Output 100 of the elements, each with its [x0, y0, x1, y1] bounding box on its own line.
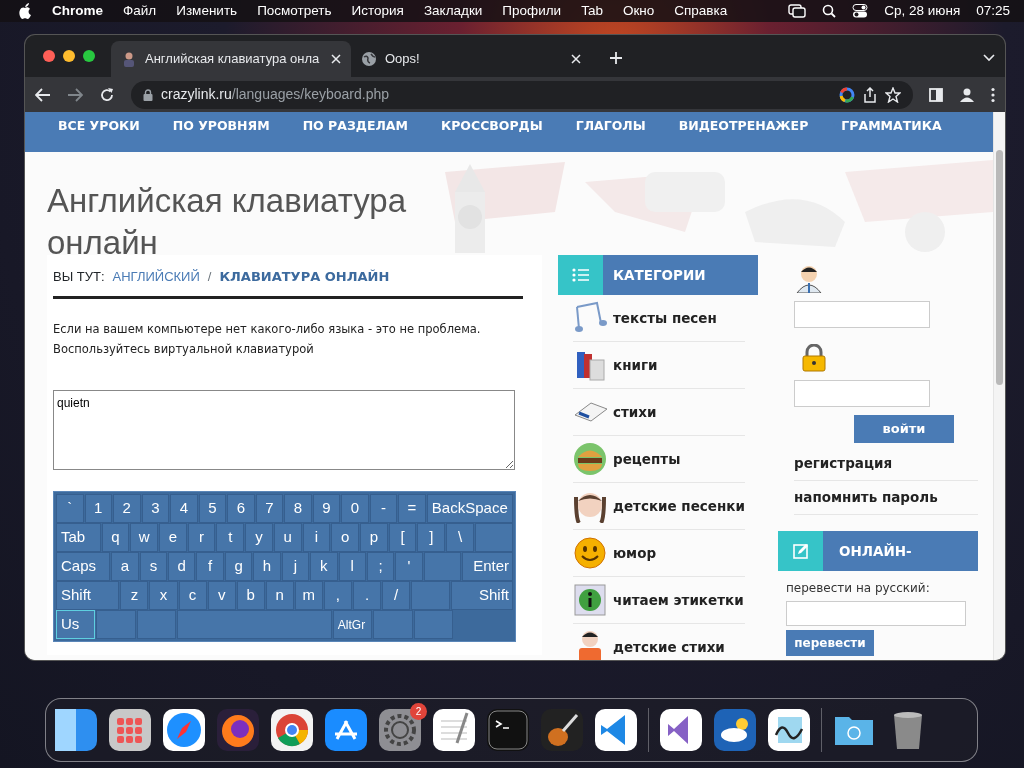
- key[interactable]: c: [178, 581, 207, 610]
- key[interactable]: x: [149, 581, 178, 610]
- key[interactable]: a: [111, 552, 139, 581]
- gear-icon[interactable]: [378, 708, 422, 752]
- translate-field[interactable]: [786, 601, 966, 626]
- cloud-icon[interactable]: [713, 708, 757, 752]
- key[interactable]: BackSpace: [426, 494, 513, 523]
- login-button[interactable]: войти: [854, 415, 954, 443]
- key[interactable]: ': [395, 552, 423, 581]
- key[interactable]: k: [310, 552, 338, 581]
- side-panel-icon[interactable]: [929, 87, 943, 102]
- ide-icon[interactable]: [659, 708, 703, 752]
- key[interactable]: 6: [227, 494, 255, 523]
- key[interactable]: z: [120, 581, 149, 610]
- key[interactable]: 1: [84, 494, 113, 523]
- key[interactable]: Tab: [56, 523, 101, 552]
- search-icon[interactable]: [822, 4, 837, 18]
- key[interactable]: -: [369, 494, 398, 523]
- forward-icon[interactable]: [67, 87, 83, 102]
- nav-link[interactable]: ПО УРОВНЯМ: [172, 116, 270, 136]
- key[interactable]: t: [216, 523, 245, 552]
- category-item[interactable]: детские песенки: [573, 483, 745, 530]
- app-menu[interactable]: Chrome: [52, 0, 103, 22]
- key[interactable]: Caps: [56, 552, 111, 581]
- share-icon[interactable]: [863, 86, 877, 103]
- key[interactable]: `: [56, 494, 84, 523]
- category-item[interactable]: юмор: [573, 530, 745, 577]
- breadcrumb-link[interactable]: АНГЛИЙСКИЙ: [112, 267, 200, 287]
- compass-icon[interactable]: [162, 708, 206, 752]
- category-item[interactable]: книги: [573, 342, 745, 389]
- key[interactable]: q: [101, 523, 130, 552]
- close-window-button[interactable]: [43, 50, 55, 62]
- key[interactable]: ]: [417, 523, 446, 552]
- menu-item[interactable]: Профили: [502, 0, 562, 22]
- category-item[interactable]: тексты песен: [573, 295, 745, 342]
- category-item[interactable]: читаем этикетки: [573, 577, 745, 624]
- key[interactable]: n: [265, 581, 294, 610]
- key[interactable]: f: [196, 552, 224, 581]
- key[interactable]: Us: [56, 610, 96, 639]
- text-input[interactable]: quietn: [53, 390, 515, 470]
- key[interactable]: u: [273, 523, 302, 552]
- key[interactable]: v: [207, 581, 236, 610]
- menu-item[interactable]: Изменить: [176, 0, 238, 22]
- key[interactable]: 4: [170, 494, 198, 523]
- app-grid-icon[interactable]: [108, 708, 152, 752]
- profile-icon[interactable]: [959, 86, 975, 103]
- chevron-icon[interactable]: [983, 54, 995, 62]
- code-editor-icon[interactable]: [594, 708, 638, 752]
- minimize-button[interactable]: [63, 50, 75, 62]
- nav-link[interactable]: ПО РАЗДЕЛАМ: [302, 116, 408, 136]
- toggle-icon[interactable]: [852, 4, 869, 18]
- category-item[interactable]: рецепты: [573, 436, 745, 483]
- key[interactable]: m: [294, 581, 323, 610]
- key[interactable]: e: [159, 523, 187, 552]
- nav-link[interactable]: ГЛАГОЛЫ: [575, 116, 646, 136]
- account-link[interactable]: регистрация: [794, 453, 893, 474]
- menu-item[interactable]: Окно: [622, 0, 655, 22]
- key[interactable]: Shift: [56, 581, 120, 610]
- close-icon[interactable]: [331, 54, 341, 64]
- scribble-icon[interactable]: [767, 708, 811, 752]
- key[interactable]: \: [446, 523, 474, 552]
- key[interactable]: 2: [113, 494, 141, 523]
- address-bar[interactable]: crazylink.ru/languages/keyboard.php: [131, 80, 913, 109]
- key[interactable]: 7: [255, 494, 284, 523]
- menu-item[interactable]: Tab: [581, 0, 603, 22]
- key[interactable]: 5: [198, 494, 227, 523]
- key[interactable]: Enter: [462, 552, 514, 581]
- key[interactable]: o: [331, 523, 360, 552]
- key[interactable]: d: [168, 552, 196, 581]
- key[interactable]: 3: [141, 494, 170, 523]
- key[interactable]: 9: [312, 494, 341, 523]
- key[interactable]: s: [139, 552, 168, 581]
- key[interactable]: j: [281, 552, 310, 581]
- browser-tab[interactable]: Английская клавиатура онла: [111, 41, 351, 77]
- menu-item[interactable]: Посмотреть: [257, 0, 332, 22]
- key[interactable]: b: [236, 581, 265, 610]
- account-link[interactable]: напомнить пароль: [794, 487, 938, 508]
- login-field[interactable]: [794, 301, 930, 328]
- menu-item[interactable]: Файл: [123, 0, 157, 22]
- reload-icon[interactable]: [99, 86, 115, 103]
- category-item[interactable]: детские стихи: [573, 624, 745, 660]
- key[interactable]: y: [245, 523, 273, 552]
- key[interactable]: p: [360, 523, 388, 552]
- key[interactable]: ;: [366, 552, 395, 581]
- key[interactable]: 0: [341, 494, 369, 523]
- nav-link[interactable]: ВСЕ УРОКИ: [58, 116, 140, 136]
- nav-link[interactable]: ГРАММАТИКА: [841, 116, 942, 136]
- key[interactable]: .: [353, 581, 382, 610]
- menu-item[interactable]: История: [351, 0, 404, 22]
- key[interactable]: l: [338, 552, 366, 581]
- nav-link[interactable]: ВИДЕОТРЕНАЖЕР: [678, 116, 809, 136]
- key[interactable]: 8: [284, 494, 312, 523]
- key[interactable]: Shift: [450, 581, 513, 610]
- key[interactable]: AltGr: [332, 610, 373, 639]
- browser-tab[interactable]: Oops!: [351, 41, 591, 77]
- key[interactable]: i: [302, 523, 331, 552]
- notepad-icon[interactable]: [432, 708, 476, 752]
- key[interactable]: =: [398, 494, 426, 523]
- fox-icon[interactable]: [216, 708, 260, 752]
- menu-item[interactable]: Справка: [674, 0, 728, 22]
